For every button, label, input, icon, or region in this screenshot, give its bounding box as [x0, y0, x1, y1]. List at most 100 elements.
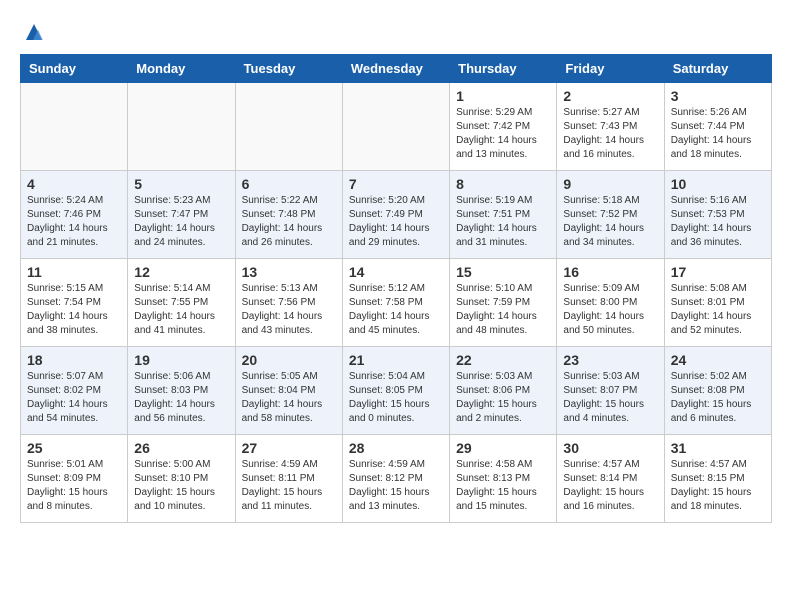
day-number: 29: [456, 440, 550, 456]
day-number: 17: [671, 264, 765, 280]
day-info: Sunrise: 4:59 AM Sunset: 8:11 PM Dayligh…: [242, 458, 336, 514]
day-number: 24: [671, 352, 765, 368]
calendar-cell: 13 Sunrise: 5:13 AM Sunset: 7:56 PM Dayli…: [235, 259, 342, 347]
calendar-cell: 5 Sunrise: 5:23 AM Sunset: 7:47 PM Daylig…: [128, 171, 235, 259]
day-number: 21: [349, 352, 443, 368]
day-number: 3: [671, 88, 765, 104]
calendar-cell: 31Sunrise: 4:57 AM Sunset: 8:15 PM Dayli…: [664, 435, 771, 523]
day-number: 19: [134, 352, 228, 368]
day-info: Sunrise: 5:13 AM Sunset: 7:56 PM Dayligh…: [242, 282, 336, 338]
calendar-week-row: 1 Sunrise: 5:29 AM Sunset: 7:42 PM Daylig…: [21, 83, 772, 171]
day-info: Sunrise: 5:08 AM Sunset: 8:01 PM Dayligh…: [671, 282, 765, 338]
day-number: 12: [134, 264, 228, 280]
logo: [20, 20, 46, 44]
calendar-cell: 8 Sunrise: 5:19 AM Sunset: 7:51 PM Daylig…: [450, 171, 557, 259]
day-info: Sunrise: 5:20 AM Sunset: 7:49 PM Dayligh…: [349, 194, 443, 250]
calendar-week-row: 11 Sunrise: 5:15 AM Sunset: 7:54 PM Dayli…: [21, 259, 772, 347]
day-number: 7: [349, 176, 443, 192]
calendar: SundayMondayTuesdayWednesdayThursdayFrid…: [20, 54, 772, 523]
day-number: 20: [242, 352, 336, 368]
day-info: Sunrise: 5:04 AM Sunset: 8:05 PM Dayligh…: [349, 370, 443, 426]
day-info: Sunrise: 5:07 AM Sunset: 8:02 PM Dayligh…: [27, 370, 121, 426]
calendar-week-row: 25 Sunrise: 5:01 AM Sunset: 8:09 PM Dayli…: [21, 435, 772, 523]
calendar-cell: 16 Sunrise: 5:09 AM Sunset: 8:00 PM Dayli…: [557, 259, 664, 347]
day-number: 28: [349, 440, 443, 456]
day-info: Sunrise: 5:24 AM Sunset: 7:46 PM Dayligh…: [27, 194, 121, 250]
day-of-week-header: Wednesday: [342, 55, 449, 83]
day-info: Sunrise: 5:01 AM Sunset: 8:09 PM Dayligh…: [27, 458, 121, 514]
day-number: 10: [671, 176, 765, 192]
calendar-cell: [235, 83, 342, 171]
calendar-cell: 27 Sunrise: 4:59 AM Sunset: 8:11 PM Dayli…: [235, 435, 342, 523]
day-info: Sunrise: 5:00 AM Sunset: 8:10 PM Dayligh…: [134, 458, 228, 514]
day-number: 16: [563, 264, 657, 280]
day-info: Sunrise: 5:12 AM Sunset: 7:58 PM Dayligh…: [349, 282, 443, 338]
day-number: 18: [27, 352, 121, 368]
calendar-cell: 14Sunrise: 5:12 AM Sunset: 7:58 PM Dayli…: [342, 259, 449, 347]
day-number: 27: [242, 440, 336, 456]
day-info: Sunrise: 5:03 AM Sunset: 8:06 PM Dayligh…: [456, 370, 550, 426]
calendar-cell: 19 Sunrise: 5:06 AM Sunset: 8:03 PM Dayli…: [128, 347, 235, 435]
day-info: Sunrise: 5:29 AM Sunset: 7:42 PM Dayligh…: [456, 106, 550, 162]
day-info: Sunrise: 4:57 AM Sunset: 8:14 PM Dayligh…: [563, 458, 657, 514]
day-of-week-header: Thursday: [450, 55, 557, 83]
day-info: Sunrise: 5:16 AM Sunset: 7:53 PM Dayligh…: [671, 194, 765, 250]
day-number: 23: [563, 352, 657, 368]
day-of-week-header: Saturday: [664, 55, 771, 83]
day-info: Sunrise: 5:06 AM Sunset: 8:03 PM Dayligh…: [134, 370, 228, 426]
calendar-cell: 2Sunrise: 5:27 AM Sunset: 7:43 PM Daylig…: [557, 83, 664, 171]
calendar-week-row: 4 Sunrise: 5:24 AM Sunset: 7:46 PM Daylig…: [21, 171, 772, 259]
calendar-cell: 6Sunrise: 5:22 AM Sunset: 7:48 PM Daylig…: [235, 171, 342, 259]
day-info: Sunrise: 4:58 AM Sunset: 8:13 PM Dayligh…: [456, 458, 550, 514]
day-number: 5: [134, 176, 228, 192]
calendar-cell: 24 Sunrise: 5:02 AM Sunset: 8:08 PM Dayli…: [664, 347, 771, 435]
calendar-cell: 10 Sunrise: 5:16 AM Sunset: 7:53 PM Dayli…: [664, 171, 771, 259]
calendar-cell: 30 Sunrise: 4:57 AM Sunset: 8:14 PM Dayli…: [557, 435, 664, 523]
day-info: Sunrise: 5:26 AM Sunset: 7:44 PM Dayligh…: [671, 106, 765, 162]
calendar-cell: 4 Sunrise: 5:24 AM Sunset: 7:46 PM Daylig…: [21, 171, 128, 259]
day-number: 11: [27, 264, 121, 280]
day-number: 25: [27, 440, 121, 456]
day-info: Sunrise: 5:14 AM Sunset: 7:55 PM Dayligh…: [134, 282, 228, 338]
calendar-cell: 21 Sunrise: 5:04 AM Sunset: 8:05 PM Dayli…: [342, 347, 449, 435]
calendar-cell: 25 Sunrise: 5:01 AM Sunset: 8:09 PM Dayli…: [21, 435, 128, 523]
calendar-cell: 11 Sunrise: 5:15 AM Sunset: 7:54 PM Dayli…: [21, 259, 128, 347]
day-info: Sunrise: 5:23 AM Sunset: 7:47 PM Dayligh…: [134, 194, 228, 250]
day-of-week-header: Monday: [128, 55, 235, 83]
page-header: [20, 20, 772, 44]
day-info: Sunrise: 4:59 AM Sunset: 8:12 PM Dayligh…: [349, 458, 443, 514]
calendar-cell: 7 Sunrise: 5:20 AM Sunset: 7:49 PM Daylig…: [342, 171, 449, 259]
calendar-cell: 1 Sunrise: 5:29 AM Sunset: 7:42 PM Daylig…: [450, 83, 557, 171]
day-info: Sunrise: 5:19 AM Sunset: 7:51 PM Dayligh…: [456, 194, 550, 250]
day-number: 30: [563, 440, 657, 456]
calendar-cell: 12 Sunrise: 5:14 AM Sunset: 7:55 PM Dayli…: [128, 259, 235, 347]
day-number: 1: [456, 88, 550, 104]
day-number: 6: [242, 176, 336, 192]
calendar-cell: 17 Sunrise: 5:08 AM Sunset: 8:01 PM Dayli…: [664, 259, 771, 347]
calendar-cell: 22Sunrise: 5:03 AM Sunset: 8:06 PM Dayli…: [450, 347, 557, 435]
day-number: 26: [134, 440, 228, 456]
day-number: 13: [242, 264, 336, 280]
day-number: 15: [456, 264, 550, 280]
day-info: Sunrise: 5:18 AM Sunset: 7:52 PM Dayligh…: [563, 194, 657, 250]
day-number: 4: [27, 176, 121, 192]
calendar-cell: 29 Sunrise: 4:58 AM Sunset: 8:13 PM Dayli…: [450, 435, 557, 523]
day-number: 9: [563, 176, 657, 192]
calendar-cell: [21, 83, 128, 171]
calendar-cell: 18 Sunrise: 5:07 AM Sunset: 8:02 PM Dayli…: [21, 347, 128, 435]
day-info: Sunrise: 5:02 AM Sunset: 8:08 PM Dayligh…: [671, 370, 765, 426]
day-info: Sunrise: 5:15 AM Sunset: 7:54 PM Dayligh…: [27, 282, 121, 338]
calendar-cell: [342, 83, 449, 171]
calendar-cell: 23 Sunrise: 5:03 AM Sunset: 8:07 PM Dayli…: [557, 347, 664, 435]
calendar-cell: [128, 83, 235, 171]
day-info: Sunrise: 5:09 AM Sunset: 8:00 PM Dayligh…: [563, 282, 657, 338]
day-number: 2: [563, 88, 657, 104]
calendar-cell: 20Sunrise: 5:05 AM Sunset: 8:04 PM Dayli…: [235, 347, 342, 435]
day-info: Sunrise: 5:10 AM Sunset: 7:59 PM Dayligh…: [456, 282, 550, 338]
calendar-week-row: 18 Sunrise: 5:07 AM Sunset: 8:02 PM Dayli…: [21, 347, 772, 435]
day-number: 8: [456, 176, 550, 192]
calendar-cell: 15 Sunrise: 5:10 AM Sunset: 7:59 PM Dayli…: [450, 259, 557, 347]
day-info: Sunrise: 5:03 AM Sunset: 8:07 PM Dayligh…: [563, 370, 657, 426]
day-number: 31: [671, 440, 765, 456]
logo-icon: [22, 20, 46, 44]
